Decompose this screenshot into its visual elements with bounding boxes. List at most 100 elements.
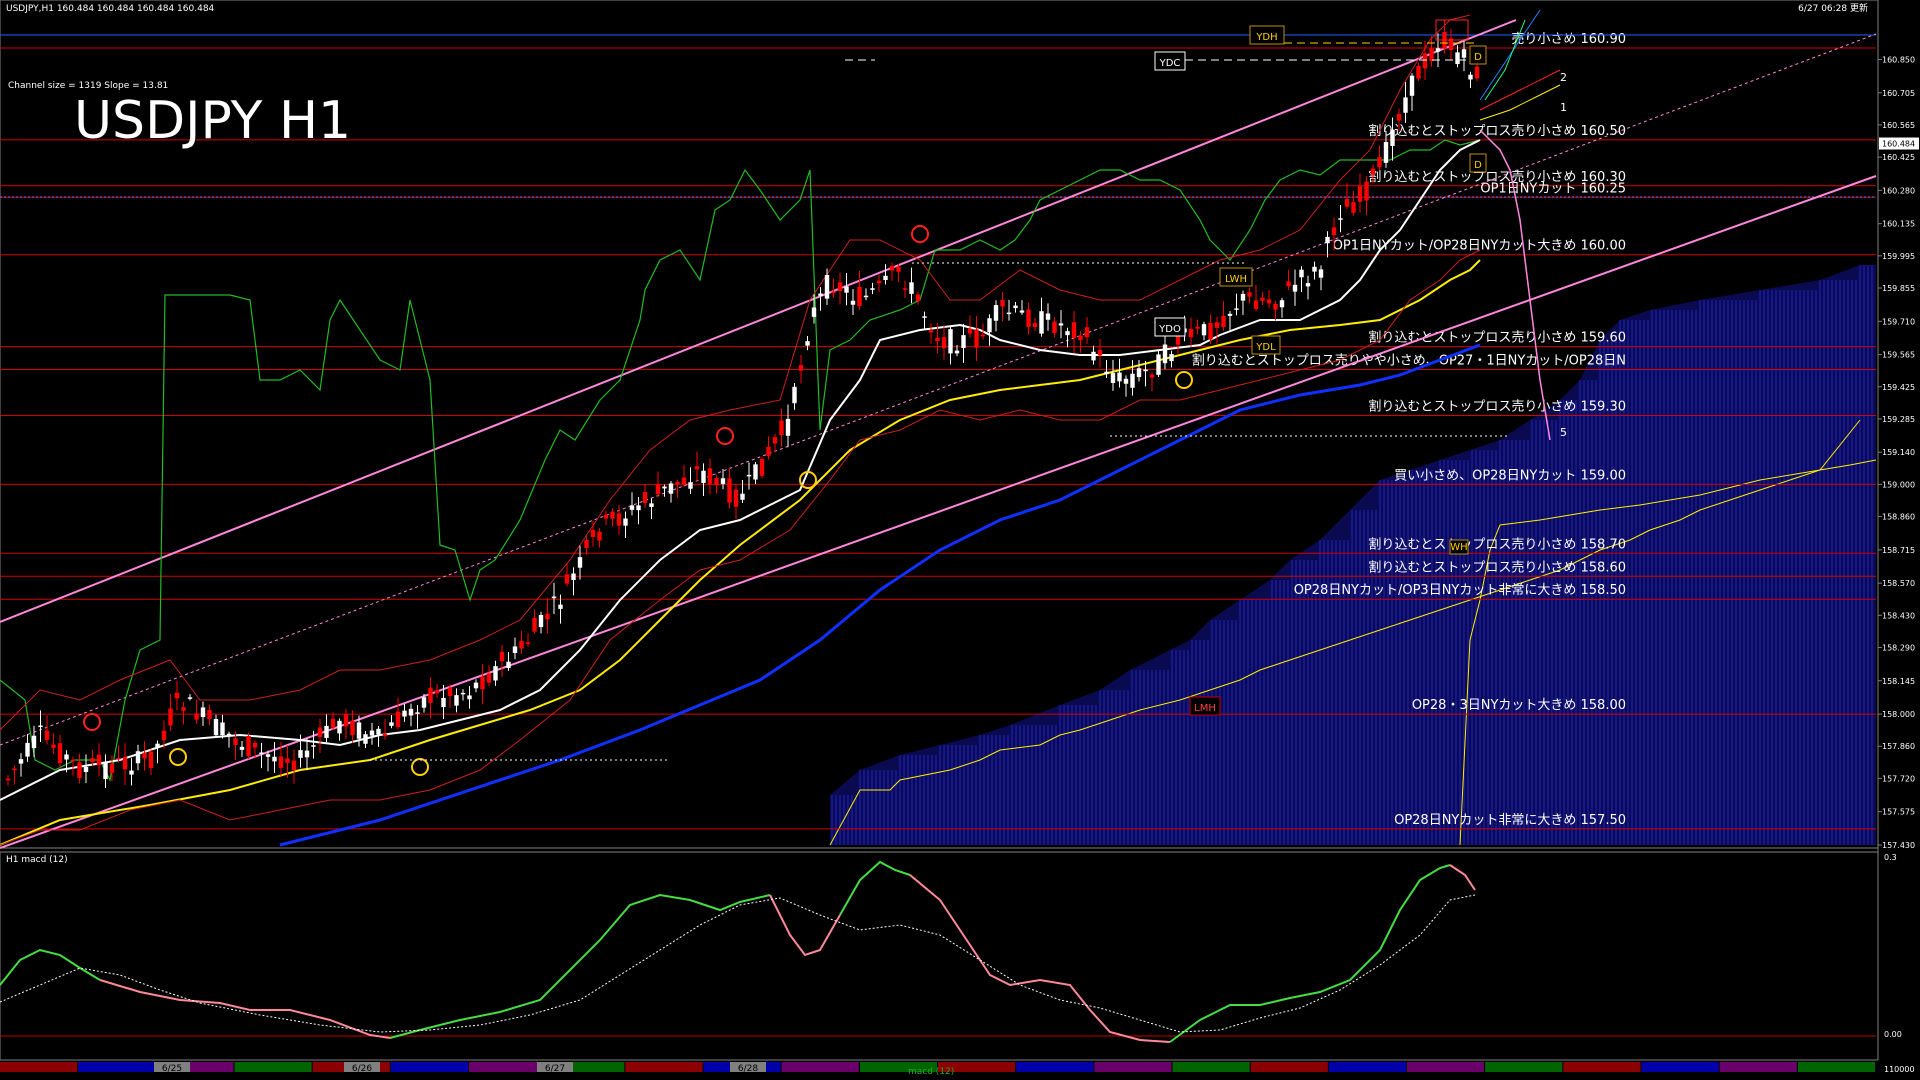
candle-body <box>928 330 934 333</box>
candle-body <box>226 733 232 736</box>
candle-body <box>1455 52 1460 65</box>
macd-label: H1 macd (12) <box>6 855 68 865</box>
candle-body <box>961 335 966 349</box>
candle-body <box>701 470 706 483</box>
wave-label: 2 <box>1560 71 1567 84</box>
candle-body <box>1091 351 1096 361</box>
candle-body <box>103 762 108 780</box>
candle-body <box>408 708 414 716</box>
candle-body <box>1084 327 1090 338</box>
axis-tick-label: 160.705 <box>1882 89 1915 98</box>
candle-body <box>1045 313 1051 320</box>
candle-body <box>207 709 212 719</box>
candle-body <box>421 697 427 708</box>
candle-body <box>772 437 778 444</box>
marker-wh: WH <box>1450 542 1467 553</box>
macd-axis-label: 110000 <box>1884 1065 1915 1074</box>
candle-body <box>538 614 544 628</box>
candle-body <box>1364 181 1369 201</box>
axis-tick-label: 159.285 <box>1882 415 1915 424</box>
candle-body <box>1097 349 1103 356</box>
candle-body <box>571 573 576 581</box>
candle-body <box>77 762 82 779</box>
session-segment <box>1719 1062 1797 1072</box>
axis-tick-label: 157.430 <box>1882 841 1915 850</box>
candle-body <box>1188 329 1194 338</box>
candle-body <box>220 722 225 736</box>
candle-body <box>954 350 960 354</box>
level-label: 割り込むとストップロス売り小さめ 158.60 <box>1368 559 1626 575</box>
candle-body <box>90 758 95 763</box>
candle-body <box>31 735 37 749</box>
candle-body <box>1117 372 1122 382</box>
candle-body <box>1234 308 1239 310</box>
candle-body <box>265 754 271 757</box>
candle-body <box>1149 374 1155 378</box>
candle-body <box>798 365 804 371</box>
candle-body <box>941 337 947 349</box>
candle-body <box>850 300 856 305</box>
chart-canvas[interactable]: 売り小さめ 160.90 割り込むとストップロス売り小さめ 160.50 割り込むと… <box>0 0 1920 1080</box>
level-label: 割り込むとストップロス売り小さめ 160.50 <box>1368 123 1626 139</box>
macd-panel[interactable] <box>0 851 1879 1061</box>
axis-tick-label: 159.855 <box>1882 284 1915 293</box>
candle-body <box>720 478 726 484</box>
date-label: 6/28 <box>738 1064 758 1074</box>
candle-body <box>109 763 115 773</box>
candle-body <box>363 734 368 744</box>
candle-body <box>824 275 830 299</box>
candle-body <box>1013 305 1018 309</box>
candle-body <box>584 540 589 549</box>
candle-body <box>792 386 797 404</box>
bottom-status: macd (12) <box>908 1067 954 1077</box>
candle-body <box>1052 321 1057 333</box>
candle-body <box>493 666 498 681</box>
axis-tick-label: 160.850 <box>1882 55 1915 64</box>
candle-body <box>389 722 394 726</box>
candle-body <box>597 531 602 541</box>
axis-tick-label: 157.575 <box>1882 808 1915 817</box>
candle-body <box>681 477 687 485</box>
candle-body <box>506 661 511 669</box>
macd-axis-label: 0.00 <box>1884 1030 1902 1039</box>
session-segment <box>781 1062 859 1072</box>
candle-body <box>545 613 550 620</box>
candle-body <box>402 710 407 717</box>
candle-body <box>382 733 388 737</box>
candle-body <box>616 513 622 526</box>
candle-body <box>200 707 206 718</box>
candle-body <box>1273 304 1278 310</box>
candle-body <box>649 503 654 507</box>
candle-body <box>181 707 186 711</box>
candle-body <box>1422 53 1428 69</box>
current-price-label: 160.484 <box>1882 140 1915 149</box>
axis-tick-label: 160.565 <box>1882 121 1915 130</box>
candle-body <box>467 695 472 700</box>
candle-body <box>51 744 56 748</box>
session-segment <box>1407 1062 1485 1072</box>
candle-body <box>1435 48 1441 52</box>
candle-body <box>1292 284 1298 292</box>
date-label: 6/26 <box>352 1064 372 1074</box>
session-segment <box>1328 1062 1406 1072</box>
symbol-title: USDJPY H1 <box>74 91 351 151</box>
candle-body <box>1299 269 1304 278</box>
candle-body <box>1032 323 1038 327</box>
candle-body <box>259 752 264 754</box>
session-segment <box>1563 1062 1641 1072</box>
candle-body <box>1260 297 1265 301</box>
candle-body <box>987 318 992 333</box>
candle-body <box>1214 322 1220 328</box>
candle-body <box>57 743 63 764</box>
candle-body <box>428 687 433 703</box>
candle-body <box>480 676 485 690</box>
candle-body <box>1026 309 1031 327</box>
candle-body <box>623 518 628 526</box>
candle-body <box>38 725 43 728</box>
candle-body <box>1201 324 1207 336</box>
candle-body <box>194 713 199 720</box>
level-label: 割り込むとストップロス売りやや小さめ、OP27・1日NYカット/OP28日N <box>1192 353 1626 369</box>
candle-body <box>317 727 323 738</box>
candle-body <box>395 711 401 728</box>
candle-body <box>740 493 745 500</box>
